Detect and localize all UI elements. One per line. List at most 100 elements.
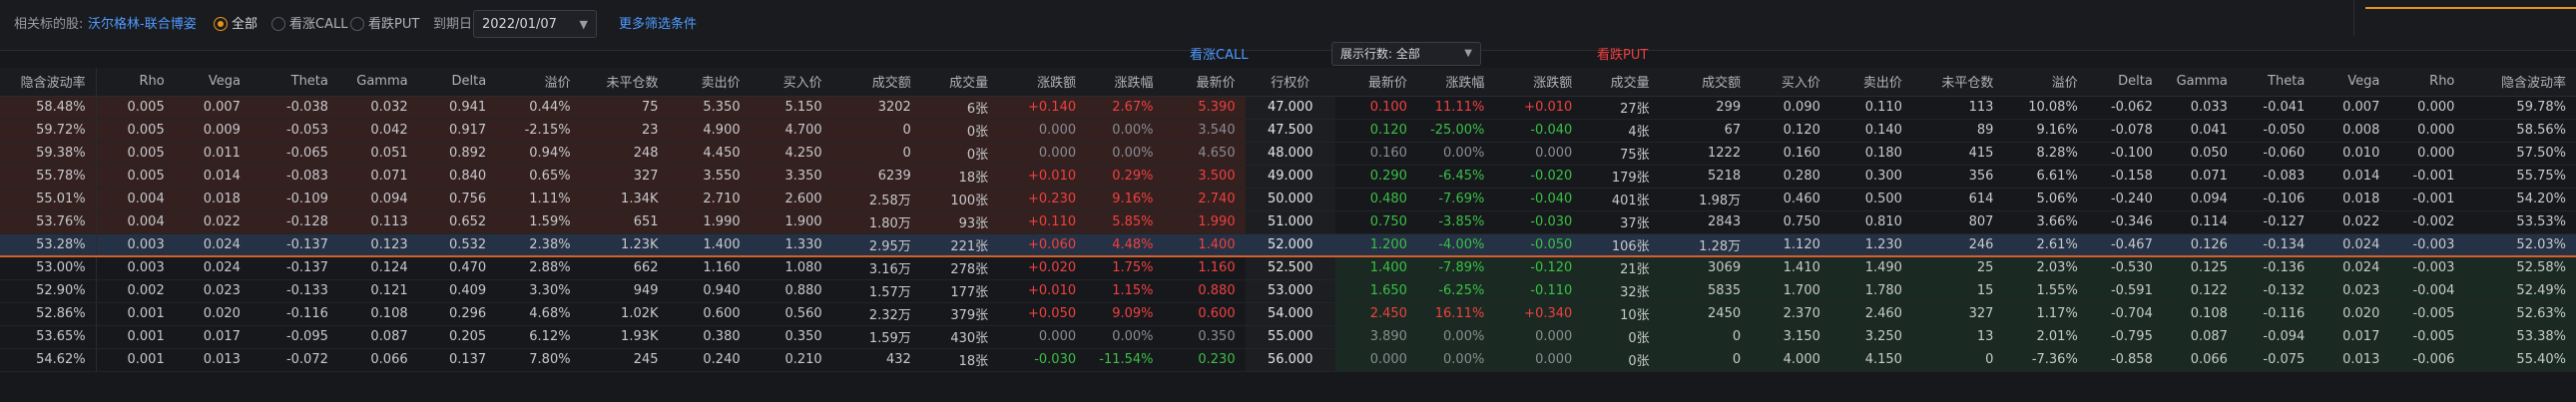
put-cell: 0.160 bbox=[1334, 142, 1417, 166]
column-header[interactable]: 涨跌幅 bbox=[1086, 68, 1164, 97]
put-cell: 1.650 bbox=[1334, 279, 1417, 303]
call-cell: 1.15% bbox=[1086, 279, 1164, 303]
call-cell: 0.001 bbox=[96, 302, 175, 326]
column-header[interactable]: 溢价 bbox=[496, 68, 581, 97]
column-header[interactable]: Gamma bbox=[337, 68, 418, 97]
column-header[interactable]: 成交量 bbox=[1582, 68, 1660, 97]
put-cell: -0.005 bbox=[2389, 325, 2465, 349]
filter-call-label[interactable]: 看涨CALL bbox=[289, 16, 347, 34]
column-header[interactable]: 买入价 bbox=[750, 68, 832, 97]
put-cell: 0.000 bbox=[2389, 142, 2465, 166]
column-header[interactable]: 涨跌幅 bbox=[1416, 68, 1495, 97]
column-header[interactable]: 隐含波动率 bbox=[2464, 68, 2576, 97]
call-cell: -0.137 bbox=[250, 233, 338, 257]
put-cell: 0.480 bbox=[1334, 188, 1417, 211]
column-header[interactable]: 卖出价 bbox=[668, 68, 751, 97]
call-cell: 0.018 bbox=[174, 188, 251, 211]
table-row[interactable]: 54.62% 0.001 0.013 -0.072 0.066 0.137 7.80% 245… bbox=[0, 348, 2576, 372]
call-cell: 59.38% bbox=[0, 142, 97, 166]
column-header[interactable]: 最新价 bbox=[1334, 68, 1417, 97]
put-cell: 9.16% bbox=[2003, 119, 2088, 143]
put-cell: 3.890 bbox=[1334, 325, 1417, 349]
put-cell: 0.017 bbox=[2315, 325, 2390, 349]
column-header[interactable]: Gamma bbox=[2162, 68, 2238, 97]
put-cell: 1.410 bbox=[1751, 256, 1830, 280]
column-header[interactable]: 卖出价 bbox=[1829, 68, 1912, 97]
more-filters-link[interactable]: 更多筛选条件 bbox=[619, 16, 697, 34]
column-header[interactable]: 最新价 bbox=[1163, 68, 1246, 97]
table-row[interactable]: 59.38% 0.005 0.011 -0.065 0.051 0.892 0.94% 248… bbox=[0, 142, 2576, 166]
call-cell: 0.00% bbox=[1086, 325, 1164, 349]
put-cell: 0.000 bbox=[2389, 96, 2465, 120]
column-header[interactable]: Vega bbox=[174, 68, 251, 97]
call-cell: 0.001 bbox=[96, 325, 175, 349]
put-cell: 0.050 bbox=[2162, 142, 2238, 166]
column-header[interactable]: Theta bbox=[250, 68, 338, 97]
expiry-date-value: 2022/01/07 bbox=[482, 17, 557, 32]
column-header[interactable]: Theta bbox=[2237, 68, 2316, 97]
call-section-title: 看涨CALL bbox=[1190, 48, 1249, 63]
related-stock-link[interactable]: 沃尔格林-联合博姿 bbox=[88, 16, 197, 34]
column-header[interactable]: 隐含波动率 bbox=[0, 68, 97, 97]
column-header[interactable]: 成交量 bbox=[920, 68, 999, 97]
call-cell: 1.400 bbox=[1163, 233, 1246, 257]
table-row[interactable]: 55.01% 0.004 0.018 -0.109 0.094 0.756 1.11% 1.3… bbox=[0, 188, 2576, 211]
expiry-date-select[interactable]: 2022/01/07 ▼ bbox=[473, 10, 597, 38]
radio-call[interactable] bbox=[271, 17, 285, 31]
table-row[interactable]: 53.76% 0.004 0.022 -0.128 0.113 0.652 1.59% 651… bbox=[0, 210, 2576, 234]
table-row[interactable]: 53.28% 0.003 0.024 -0.137 0.123 0.532 2.38% 1.2… bbox=[0, 233, 2576, 257]
call-cell: 5.390 bbox=[1163, 96, 1246, 120]
column-header[interactable]: 成交额 bbox=[831, 68, 921, 97]
column-header[interactable]: 行权价 bbox=[1245, 68, 1335, 97]
put-cell: 2.460 bbox=[1829, 302, 1912, 326]
rows-count-select[interactable]: 展示行数: 全部 ▼ bbox=[1331, 42, 1481, 66]
table-row[interactable]: 53.00% 0.003 0.024 -0.137 0.124 0.470 2.88% 662… bbox=[0, 256, 2576, 280]
table-row[interactable]: 53.65% 0.001 0.017 -0.095 0.087 0.205 6.12% 1.9… bbox=[0, 325, 2576, 349]
table-row[interactable]: 59.72% 0.005 0.009 -0.053 0.042 0.917 -2.15% 23… bbox=[0, 119, 2576, 143]
put-cell: 0.125 bbox=[2162, 256, 2238, 280]
column-header[interactable]: 未平仓数 bbox=[1911, 68, 2004, 97]
filter-all-label[interactable]: 全部 bbox=[232, 16, 258, 34]
call-cell: 0.00% bbox=[1086, 142, 1164, 166]
call-cell: 0.005 bbox=[96, 119, 175, 143]
put-cell: 89 bbox=[1911, 119, 2004, 143]
call-cell: 0.44% bbox=[496, 96, 581, 120]
put-cell: -0.106 bbox=[2237, 188, 2316, 211]
column-header[interactable]: 买入价 bbox=[1751, 68, 1830, 97]
call-cell: 0.011 bbox=[174, 142, 251, 166]
put-cell: -0.240 bbox=[2087, 188, 2163, 211]
radio-put[interactable] bbox=[350, 17, 364, 31]
call-cell: 0.013 bbox=[174, 348, 251, 372]
column-header[interactable]: 涨跌额 bbox=[1494, 68, 1583, 97]
column-header[interactable]: 涨跌额 bbox=[998, 68, 1087, 97]
put-cell: 113 bbox=[1911, 96, 2004, 120]
put-cell: 13 bbox=[1911, 325, 2004, 349]
put-cell: -0.116 bbox=[2237, 302, 2316, 326]
column-header[interactable]: 未平仓数 bbox=[580, 68, 669, 97]
filter-put-label[interactable]: 看跌PUT bbox=[368, 16, 419, 34]
column-header[interactable]: Rho bbox=[2389, 68, 2465, 97]
column-header[interactable]: Delta bbox=[2087, 68, 2163, 97]
put-cell: -25.00% bbox=[1416, 119, 1495, 143]
column-header[interactable]: Delta bbox=[417, 68, 497, 97]
put-cell: 0.810 bbox=[1829, 210, 1912, 234]
table-row[interactable]: 52.90% 0.002 0.023 -0.133 0.121 0.409 3.30% 949… bbox=[0, 279, 2576, 303]
table-row[interactable]: 58.48% 0.005 0.007 -0.038 0.032 0.941 0.44% 75 5… bbox=[0, 96, 2576, 120]
put-cell: 1222 bbox=[1659, 142, 1752, 166]
put-cell: -0.060 bbox=[2237, 142, 2316, 166]
call-cell: 0.000 bbox=[998, 142, 1087, 166]
column-header[interactable]: 溢价 bbox=[2003, 68, 2088, 97]
column-header[interactable]: Vega bbox=[2315, 68, 2390, 97]
table-row[interactable]: 55.78% 0.005 0.014 -0.083 0.071 0.840 0.65% 327… bbox=[0, 165, 2576, 189]
column-header[interactable]: Rho bbox=[96, 68, 175, 97]
call-cell: 430张 bbox=[920, 325, 999, 349]
put-cell: 2.450 bbox=[1334, 302, 1417, 326]
put-cell: 6.61% bbox=[2003, 165, 2088, 189]
strike-price: 56.000 bbox=[1245, 348, 1335, 372]
table-row[interactable]: 52.86% 0.001 0.020 -0.116 0.108 0.296 4.68% 1.0… bbox=[0, 302, 2576, 326]
radio-all[interactable] bbox=[214, 17, 228, 31]
call-cell: 0.756 bbox=[417, 188, 497, 211]
call-cell: 0.137 bbox=[417, 348, 497, 372]
call-cell: -2.15% bbox=[496, 119, 581, 143]
column-header[interactable]: 成交额 bbox=[1659, 68, 1752, 97]
